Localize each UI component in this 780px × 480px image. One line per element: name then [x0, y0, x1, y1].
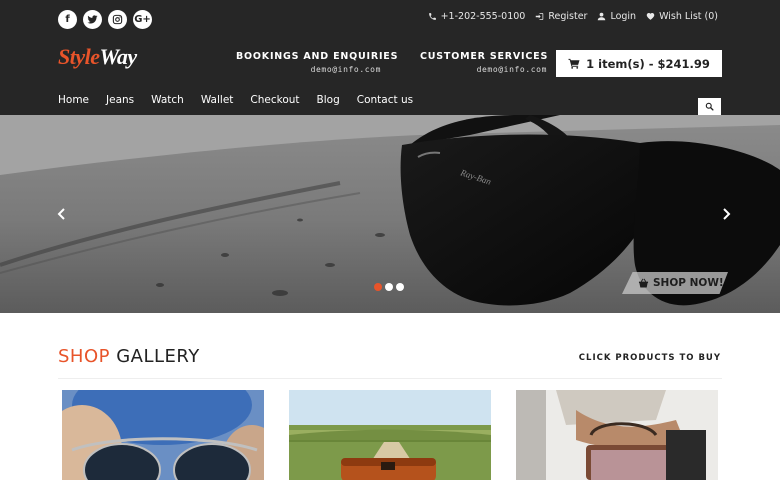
top-links: +1-202-555-0100 Register Login Wish List…	[428, 11, 718, 22]
nav-checkout[interactable]: Checkout	[250, 94, 299, 106]
nav-jeans[interactable]: Jeans	[106, 94, 134, 106]
slider-dot-3[interactable]	[396, 283, 404, 291]
sign-in-icon	[536, 13, 544, 20]
nav-home[interactable]: Home	[58, 94, 89, 106]
cart-button[interactable]: 1 item(s) - $241.99	[556, 50, 722, 77]
nav-contact-us[interactable]: Contact us	[357, 94, 413, 106]
cart-label: 1 item(s) - $241.99	[586, 56, 710, 71]
slider-dots	[374, 283, 404, 291]
nav-wallet[interactable]: Wallet	[201, 94, 234, 106]
social-links: f G+	[58, 10, 152, 29]
product-handbag[interactable]	[516, 390, 718, 480]
instagram-icon[interactable]	[108, 10, 127, 29]
twitter-icon[interactable]	[83, 10, 102, 29]
slider-next-button[interactable]	[720, 205, 734, 223]
customer-services-title: CUSTOMER SERVICES	[420, 51, 549, 62]
gallery-subtitle: CLICK PRODUCTS TO BUY	[578, 353, 721, 363]
site-logo[interactable]: Style Way	[58, 44, 137, 70]
shop-now-button[interactable]: SHOP NOW!	[622, 272, 728, 294]
product-sunglasses[interactable]	[62, 390, 264, 480]
heart-icon	[646, 13, 655, 20]
nav-blog[interactable]: Blog	[317, 94, 340, 106]
nav-watch[interactable]: Watch	[151, 94, 184, 106]
bookings-email[interactable]: demo@info.com	[236, 65, 381, 74]
register-link[interactable]: Register	[535, 11, 587, 22]
main-nav: Home Jeans Watch Wallet Checkout Blog Co…	[58, 94, 413, 106]
phone-link[interactable]: +1-202-555-0100	[428, 11, 525, 22]
bookings-info: BOOKINGS AND ENQUIRIES demo@info.com	[236, 51, 399, 74]
chevron-right-icon	[723, 208, 731, 220]
site-header: f G+ +1-202-555-0100 Register Login Wish…	[0, 0, 780, 115]
wishlist-link[interactable]: Wish List (0)	[646, 11, 718, 22]
gallery-divider	[58, 378, 722, 379]
chevron-left-icon	[57, 208, 65, 220]
shopping-cart-icon	[568, 58, 580, 69]
customer-services-info: CUSTOMER SERVICES demo@info.com	[420, 51, 547, 74]
hero-slider: Ray-Ban SHOP NOW!	[0, 115, 780, 313]
gallery-title: SHOP GALLERY	[58, 346, 200, 367]
customer-services-email[interactable]: demo@info.com	[420, 65, 547, 74]
search-button[interactable]	[698, 98, 721, 115]
facebook-icon[interactable]: f	[58, 10, 77, 29]
bookings-title: BOOKINGS AND ENQUIRIES	[236, 51, 399, 62]
login-link[interactable]: Login	[597, 11, 636, 22]
product-leather-bag[interactable]	[289, 390, 491, 480]
slider-prev-button[interactable]	[54, 205, 68, 223]
user-icon	[598, 12, 606, 21]
basket-icon	[638, 278, 649, 288]
phone-icon	[428, 13, 436, 20]
search-icon	[705, 102, 714, 111]
google-plus-icon[interactable]: G+	[133, 10, 152, 29]
slider-dot-2[interactable]	[385, 283, 393, 291]
slider-dot-1[interactable]	[374, 283, 382, 291]
